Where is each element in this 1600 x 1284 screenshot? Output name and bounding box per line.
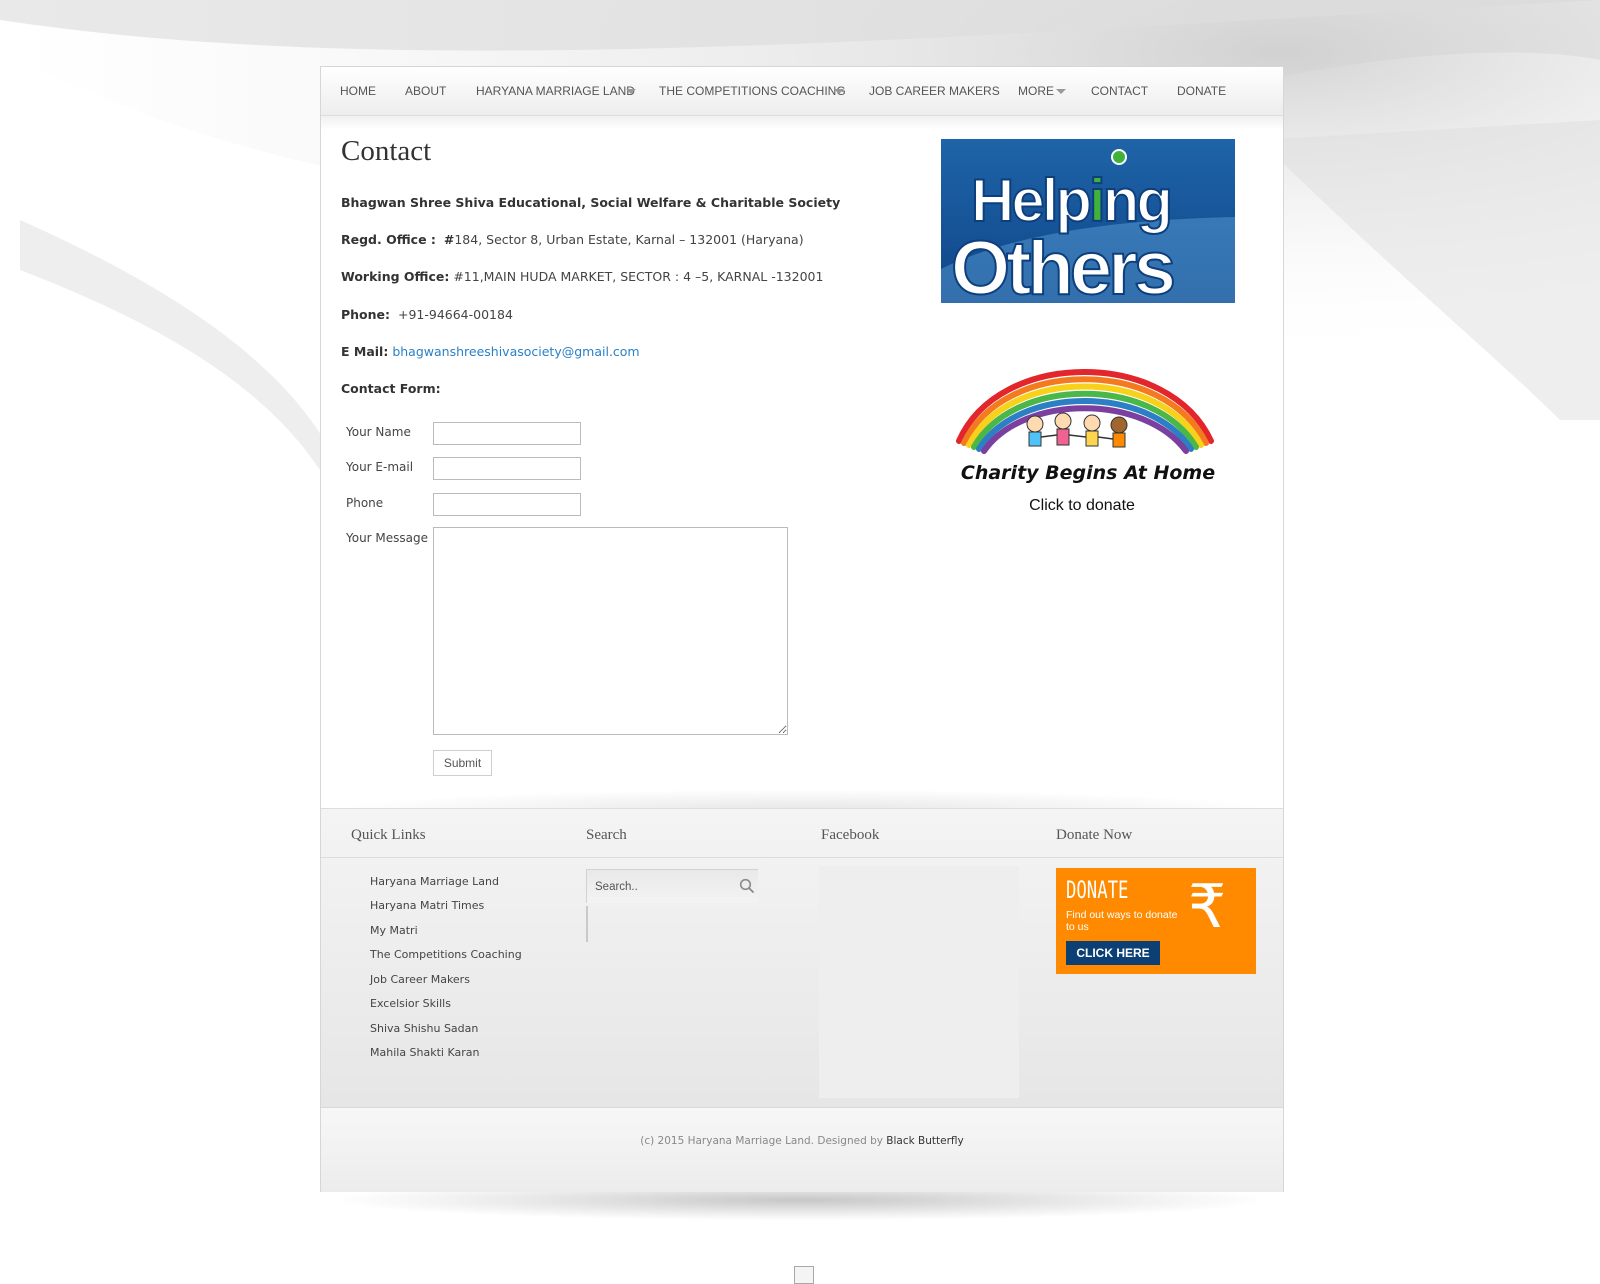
regd-office-hash: # [443,232,455,247]
helping-text-ng: ng [1103,167,1170,234]
main-navigation: HOME ABOUT HARYANA MARRIAGE LAND THE COM… [321,67,1283,116]
quick-link[interactable]: Job Career Makers [370,973,470,986]
nav-donate[interactable]: DONATE [1177,84,1226,98]
nav-haryana-marriage-land[interactable]: HARYANA MARRIAGE LAND [476,84,635,98]
phone-line: Phone: +91-94664-00184 [341,307,513,322]
search-title: Search [586,827,627,843]
facebook-widget [819,866,1019,1098]
copyright-text: (c) 2015 Haryana Marriage Land. Designed… [321,1135,1283,1147]
donate-banner-word: DONATE [1066,876,1129,904]
copyright-bar: (c) 2015 Haryana Marriage Land. Designed… [321,1107,1283,1192]
quick-link[interactable]: My Matri [370,924,418,937]
regd-office-value: 184, Sector 8, Urban Estate, Karnal – 13… [454,232,804,247]
donate-banner-sub: Find out ways to donate to us [1066,909,1178,933]
footer-divider [321,857,1283,858]
search-decor [586,906,588,942]
contact-form-heading: Contact Form: [341,381,441,396]
search-box [586,869,758,903]
quick-link[interactable]: Haryana Matri Times [370,899,484,912]
working-office: Working Office: #11,MAIN HUDA MARKET, SE… [341,269,823,284]
nav-job-career-makers[interactable]: JOB CAREER MAKERS [869,84,1000,98]
nav-home[interactable]: HOME [340,84,376,98]
footer-widgets: Quick Links Haryana Marriage Land Haryan… [321,808,1283,1107]
email-input[interactable] [433,457,581,480]
message-textarea[interactable] [433,527,788,735]
charity-text: Charity Begins At Home [961,462,1215,484]
chevron-down-icon[interactable] [1056,89,1066,94]
nav-about[interactable]: ABOUT [405,84,446,98]
working-office-value: #11,MAIN HUDA MARKET, SECTOR : 4 –5, KAR… [453,269,824,284]
contact-form-heading-text: Contact Form: [341,381,441,396]
nav-shadow [321,116,1283,130]
email-link[interactable]: bhagwanshreeshivasociety@gmail.com [392,344,639,359]
person-head-icon [1111,149,1127,165]
rupee-icon: ₹ [1188,872,1227,942]
page-title: Contact [341,135,432,167]
click-to-donate-text: Click to donate [1029,497,1135,514]
regd-office-label: Regd. Office : [341,232,436,247]
broken-image-icon [794,1266,814,1284]
donate-now-title: Donate Now [1056,827,1133,843]
nav-more[interactable]: MORE [1018,84,1054,98]
email-field-label: Your E-mail [346,460,414,474]
phone-label: Phone: [341,307,391,322]
click-here-button[interactable]: CLICK HERE [1066,941,1160,965]
rainbow-kids-graphic: Charity Begins At Home Click to donate [956,369,1215,514]
nav-competitions-coaching[interactable]: THE COMPETITIONS COACHING [659,84,846,98]
org-name: Bhagwan Shree Shiva Educational, Social … [341,195,840,210]
helping-text-help: Help [971,167,1090,234]
phone-value: +91-94664-00184 [397,307,513,322]
regd-office: Regd. Office : #184, Sector 8, Urban Est… [341,232,804,247]
search-icon[interactable] [739,878,755,894]
submit-button[interactable]: Submit [433,750,492,776]
working-office-label: Working Office: [341,269,450,284]
helping-word: Helping [971,167,1170,234]
helping-others-banner[interactable]: Helping Others [941,139,1235,303]
email-line: E Mail: bhagwanshreeshivasociety@gmail.c… [341,344,640,359]
quick-link[interactable]: Excelsior Skills [370,997,451,1010]
helping-others-graphic: Helping Others [941,149,1235,303]
org-name-text: Bhagwan Shree Shiva Educational, Social … [341,195,841,210]
others-word: Others [951,226,1174,303]
charity-banner[interactable]: Charity Begins At Home Click to donate [939,355,1237,525]
email-label: E Mail: [341,344,389,359]
name-input[interactable] [433,422,581,445]
message-label: Your Message [346,531,429,545]
chevron-down-icon[interactable] [834,89,844,94]
name-label: Your Name [346,425,411,439]
phone-field-label: Phone [346,496,384,510]
page-container: HOME ABOUT HARYANA MARRIAGE LAND THE COM… [320,66,1284,1192]
quick-links-title: Quick Links [351,827,426,843]
chevron-down-icon[interactable] [626,89,636,94]
quick-link[interactable]: Haryana Marriage Land [370,875,499,888]
quick-link[interactable]: Shiva Shishu Sadan [370,1022,478,1035]
children-icon [1026,412,1128,448]
copyright-prefix: (c) 2015 Haryana Marriage Land. Designed… [640,1135,883,1147]
helping-text-i: i [1089,167,1103,234]
quick-link[interactable]: Mahila Shakti Karan [370,1046,479,1059]
designer-link[interactable]: Black Butterfly [886,1135,963,1147]
phone-input[interactable] [433,493,581,516]
quick-link[interactable]: The Competitions Coaching [370,948,522,961]
donate-banner[interactable]: DONATE Find out ways to donate to us CLI… [1056,868,1256,974]
facebook-title: Facebook [821,827,880,843]
nav-contact[interactable]: CONTACT [1091,84,1148,98]
search-input[interactable] [595,879,725,895]
